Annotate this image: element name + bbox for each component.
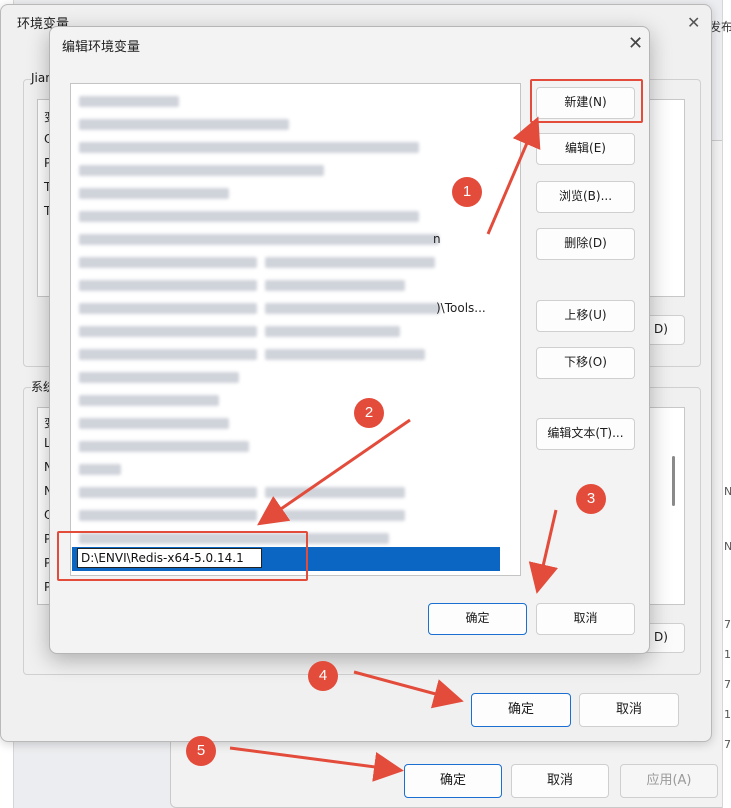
close-icon[interactable]: ✕ <box>687 13 700 32</box>
annotation-number: 3 <box>576 484 606 514</box>
list-item[interactable] <box>71 320 499 342</box>
path-text: )\Tools... <box>436 301 486 315</box>
strip-text: 7 <box>724 618 731 631</box>
list-item[interactable] <box>71 274 499 296</box>
list-item[interactable] <box>71 159 499 181</box>
move-up-button[interactable]: 上移(U) <box>536 300 635 332</box>
annotation-number: 1 <box>452 177 482 207</box>
edit-button[interactable]: 编辑(E) <box>536 133 635 165</box>
list-item[interactable] <box>71 481 499 503</box>
browse-button[interactable]: 浏览(B)... <box>536 181 635 213</box>
highlight-new-button <box>530 79 643 123</box>
scrollbar[interactable] <box>672 456 675 506</box>
list-item[interactable] <box>71 182 499 204</box>
system-ok-button[interactable]: 确定 <box>404 764 502 798</box>
strip-text: 7 <box>724 738 731 751</box>
move-down-button[interactable]: 下移(O) <box>536 347 635 379</box>
path-text: n <box>433 232 441 246</box>
list-item[interactable] <box>71 412 499 434</box>
annotation-number: 5 <box>186 736 216 766</box>
list-item[interactable] <box>71 136 499 158</box>
path-entries-list[interactable]: n )\Tools... <box>70 83 521 576</box>
annotation-number: 4 <box>308 661 338 691</box>
list-item[interactable] <box>71 90 499 112</box>
edit-text-button[interactable]: 编辑文本(T)... <box>536 418 635 450</box>
env-cancel-button[interactable]: 取消 <box>579 693 679 727</box>
system-apply-button[interactable]: 应用(A) <box>620 764 718 798</box>
system-cancel-button[interactable]: 取消 <box>511 764 609 798</box>
annotation-number: 2 <box>354 398 384 428</box>
list-item[interactable]: n <box>71 228 499 250</box>
env-ok-button[interactable]: 确定 <box>471 693 571 727</box>
background-right-strip: N N 7 1 7 1 7 <box>722 0 731 808</box>
list-item[interactable]: )\Tools... <box>71 297 499 319</box>
list-item[interactable] <box>71 435 499 457</box>
strip-text: 7 <box>724 678 731 691</box>
dialog-ok-button[interactable]: 确定 <box>428 603 527 635</box>
dialog-cancel-button[interactable]: 取消 <box>536 603 635 635</box>
list-item[interactable] <box>71 389 499 411</box>
strip-text: 1 <box>724 708 731 721</box>
list-item[interactable] <box>71 343 499 365</box>
delete-button[interactable]: 删除(D) <box>536 228 635 260</box>
highlight-path-input <box>57 531 308 581</box>
strip-text: 1 <box>724 648 731 661</box>
list-item[interactable] <box>71 366 499 388</box>
close-icon[interactable]: ✕ <box>628 33 643 54</box>
strip-text: N <box>724 540 731 553</box>
list-item[interactable] <box>71 458 499 480</box>
strip-text: N <box>724 485 731 498</box>
dialog-title: 编辑环境变量 <box>62 40 141 55</box>
list-item[interactable] <box>71 251 499 273</box>
list-item[interactable] <box>71 504 499 526</box>
background-title-text: 发布 <box>709 20 731 34</box>
list-item[interactable] <box>71 205 499 227</box>
list-item[interactable] <box>71 113 499 135</box>
